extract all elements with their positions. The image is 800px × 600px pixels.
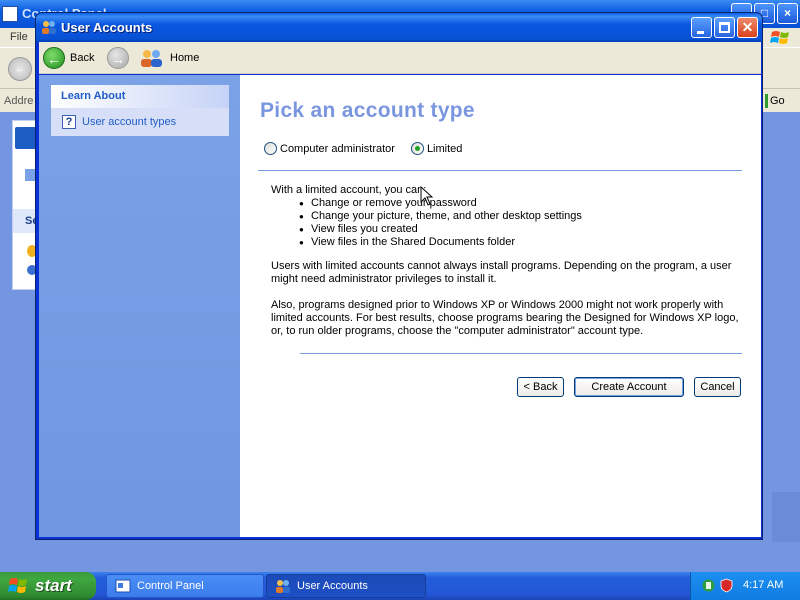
control-panel-right-area xyxy=(762,112,800,572)
control-panel-icon xyxy=(115,579,131,593)
go-button[interactable]: Go xyxy=(770,95,785,107)
navigation-toolbar: ← Back → Home xyxy=(39,42,761,74)
main-content: Pick an account type Computer administra… xyxy=(240,75,761,537)
help-icon: ? xyxy=(62,115,76,129)
list-item: Change your picture, theme, and other de… xyxy=(299,210,741,223)
list-item: Change or remove your password xyxy=(299,197,741,210)
radio-label-administrator: Computer administrator xyxy=(280,142,395,155)
radio-button-limited[interactable] xyxy=(410,142,424,155)
taskbar-item-user-accounts[interactable]: User Accounts xyxy=(266,574,426,598)
cancel-button[interactable]: Cancel xyxy=(694,377,741,397)
intro-text: With a limited account, you can: xyxy=(271,184,427,196)
sidebar-item-user-account-types[interactable]: ? User account types xyxy=(51,108,229,136)
taskbar-item-label: User Accounts xyxy=(297,580,368,592)
close-button[interactable]: ✕ xyxy=(737,17,758,38)
create-account-button[interactable]: Create Account xyxy=(574,377,684,397)
list-item: View files in the Shared Documents folde… xyxy=(299,236,741,249)
learn-about-panel: Learn About ? User account types xyxy=(51,85,229,136)
go-arrow-icon xyxy=(765,94,768,108)
list-item: View files you created xyxy=(299,223,741,236)
sidebar-item-label: User account types xyxy=(82,116,177,128)
cp-back-arrow-icon[interactable]: ← xyxy=(8,57,32,81)
clock[interactable]: 4:17 AM xyxy=(743,579,783,591)
user-accounts-titlebar[interactable]: User Accounts ✕ xyxy=(36,13,762,42)
top-divider xyxy=(258,170,742,171)
wizard-buttons: < Back Create Account Cancel xyxy=(240,377,761,401)
window-title: User Accounts xyxy=(61,20,153,35)
maximize-button[interactable] xyxy=(714,17,735,38)
page-title: Pick an account type xyxy=(260,99,475,122)
control-panel-icon xyxy=(2,6,18,22)
bottom-divider xyxy=(300,353,742,354)
security-shield-icon[interactable] xyxy=(719,578,734,593)
window-buttons: ✕ xyxy=(691,17,758,38)
mouse-cursor-icon xyxy=(420,186,434,206)
start-button[interactable]: start xyxy=(0,572,96,600)
user-accounts-window: User Accounts ✕ ← Back → Home Learn Abou… xyxy=(35,12,763,540)
back-button[interactable]: ← Back xyxy=(43,45,94,71)
user-accounts-icon xyxy=(276,580,290,593)
users-home-icon xyxy=(141,50,162,67)
sidebar: Learn About ? User account types xyxy=(39,75,240,537)
capabilities-list: Change or remove your password Change yo… xyxy=(271,197,741,249)
system-tray: 4:17 AM xyxy=(690,572,800,600)
forward-arrow-icon: → xyxy=(107,47,129,69)
radio-button-administrator[interactable] xyxy=(264,142,277,155)
minimize-icon xyxy=(697,31,704,34)
windows-flag-icon xyxy=(8,578,27,593)
back-step-button[interactable]: < Back xyxy=(517,377,564,397)
cp-close-button[interactable]: × xyxy=(777,3,798,24)
right-area-shade xyxy=(772,492,800,542)
radio-label-limited: Limited xyxy=(426,142,463,155)
taskbar: start Control Panel User Accounts 4:17 A… xyxy=(0,572,800,600)
radio-option-limited[interactable]: Limited xyxy=(410,142,463,155)
forward-button[interactable]: → xyxy=(107,45,129,71)
learn-about-header: Learn About xyxy=(51,85,229,108)
maximize-icon xyxy=(719,22,730,33)
minimize-button[interactable] xyxy=(691,17,712,38)
home-label: Home xyxy=(170,52,200,64)
checkmark-icon xyxy=(15,127,37,149)
back-label: Back xyxy=(70,52,95,64)
network-icon[interactable] xyxy=(701,578,716,593)
limited-account-description: With a limited account, you can: Change … xyxy=(271,184,741,249)
compatibility-note: Also, programs designed prior to Windows… xyxy=(271,299,739,337)
close-icon: ✕ xyxy=(741,19,754,35)
windows-logo-icon xyxy=(770,31,789,44)
home-button[interactable]: Home xyxy=(139,45,199,71)
radio-option-computer-administrator[interactable]: Computer administrator xyxy=(264,142,395,155)
menu-file[interactable]: File xyxy=(10,31,28,43)
install-note: Users with limited accounts cannot alway… xyxy=(271,260,732,285)
user-accounts-icon xyxy=(42,21,56,34)
taskbar-item-label: Control Panel xyxy=(137,580,204,592)
taskbar-item-control-panel[interactable]: Control Panel xyxy=(106,574,264,598)
address-label: Addre xyxy=(4,95,34,107)
account-type-radio-group: Computer administrator Limited xyxy=(264,142,478,155)
back-arrow-icon: ← xyxy=(43,47,65,69)
start-label: start xyxy=(35,576,72,595)
